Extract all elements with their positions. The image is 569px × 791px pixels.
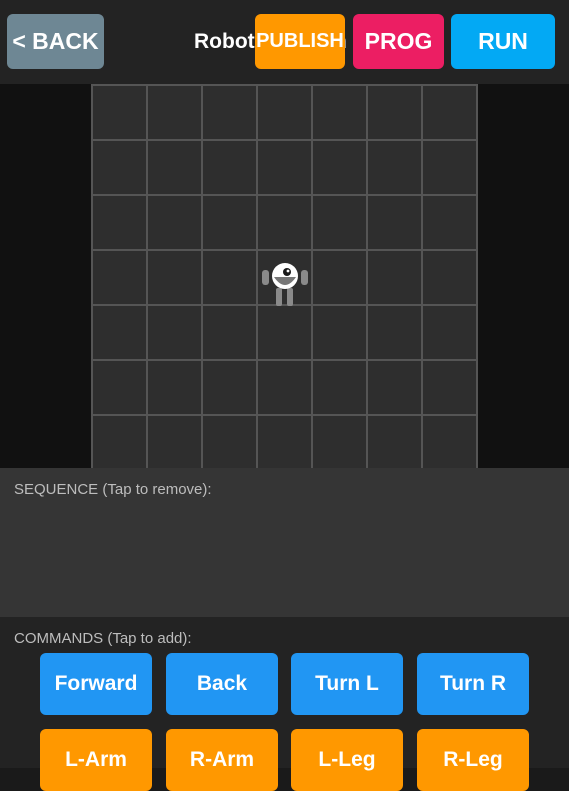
commands-label: COMMANDS (Tap to add): <box>14 630 192 647</box>
grid-cell <box>148 86 201 139</box>
grid-cell <box>368 361 421 414</box>
grid-cell <box>93 361 146 414</box>
grid-cell <box>148 141 201 194</box>
grid-cell <box>148 361 201 414</box>
grid-cell <box>423 196 476 249</box>
grid-cell <box>93 196 146 249</box>
back-command-button[interactable]: Back <box>166 653 278 715</box>
turn-right-button[interactable]: Turn R <box>417 653 529 715</box>
robot-right-arm <box>301 270 308 285</box>
grid-cell <box>93 251 146 304</box>
grid-cell <box>313 361 366 414</box>
grid-cell <box>313 141 366 194</box>
robot-head <box>272 263 298 289</box>
prog-button[interactable]: PROG <box>353 14 444 69</box>
robot-eye-glint <box>286 269 290 273</box>
robot-left-leg <box>276 288 282 306</box>
grid-cell <box>423 306 476 359</box>
grid-cell <box>93 86 146 139</box>
grid-cell <box>258 196 311 249</box>
grid-cell <box>148 416 201 469</box>
grid-cell <box>313 196 366 249</box>
grid-cell <box>148 196 201 249</box>
grid-cell <box>423 361 476 414</box>
grid-cell <box>203 141 256 194</box>
back-button[interactable]: < BACK <box>7 14 104 69</box>
run-button[interactable]: RUN <box>451 14 555 69</box>
grid-cell <box>313 86 366 139</box>
left-leg-button[interactable]: L-Leg <box>291 729 403 791</box>
grid-cell <box>423 141 476 194</box>
robot-left-arm <box>262 270 269 285</box>
grid-cell <box>368 141 421 194</box>
grid-cell <box>368 251 421 304</box>
publish-button[interactable]: PUBLISH <box>255 14 345 69</box>
grid-cell <box>148 306 201 359</box>
grid-cell <box>423 251 476 304</box>
sequence-panel: SEQUENCE (Tap to remove): <box>0 468 569 617</box>
robot-icon <box>262 263 308 306</box>
grid-cell <box>203 86 256 139</box>
robot-right-leg <box>287 288 293 306</box>
grid-cell <box>368 416 421 469</box>
turn-left-button[interactable]: Turn L <box>291 653 403 715</box>
grid-cell <box>203 196 256 249</box>
grid-cell <box>203 306 256 359</box>
grid-cell <box>93 306 146 359</box>
grid-cell <box>368 306 421 359</box>
sequence-label: SEQUENCE (Tap to remove): <box>14 481 212 498</box>
grid-cell <box>368 86 421 139</box>
grid-cell <box>368 196 421 249</box>
robot-eye <box>283 268 291 276</box>
left-arm-button[interactable]: L-Arm <box>40 729 152 791</box>
grid-cell <box>313 306 366 359</box>
right-arm-button[interactable]: R-Arm <box>166 729 278 791</box>
grid-cell <box>93 416 146 469</box>
commands-panel: COMMANDS (Tap to add): Forward Back Turn… <box>0 617 569 791</box>
grid-cell <box>203 251 256 304</box>
forward-button[interactable]: Forward <box>40 653 152 715</box>
grid-cell <box>258 361 311 414</box>
top-bar: Robot Program < BACK PUBLISH PROG RUN <box>0 0 569 84</box>
grid-cell <box>423 416 476 469</box>
grid-cell <box>423 86 476 139</box>
right-leg-button[interactable]: R-Leg <box>417 729 529 791</box>
grid-cell <box>258 306 311 359</box>
grid-cell <box>313 251 366 304</box>
grid-cell <box>203 361 256 414</box>
grid-cell <box>258 416 311 469</box>
robot-stage <box>0 84 569 469</box>
grid-cell <box>148 251 201 304</box>
grid-cell <box>93 141 146 194</box>
grid-cell <box>258 86 311 139</box>
grid-cell <box>313 416 366 469</box>
grid-cell <box>203 416 256 469</box>
grid-cell <box>258 141 311 194</box>
